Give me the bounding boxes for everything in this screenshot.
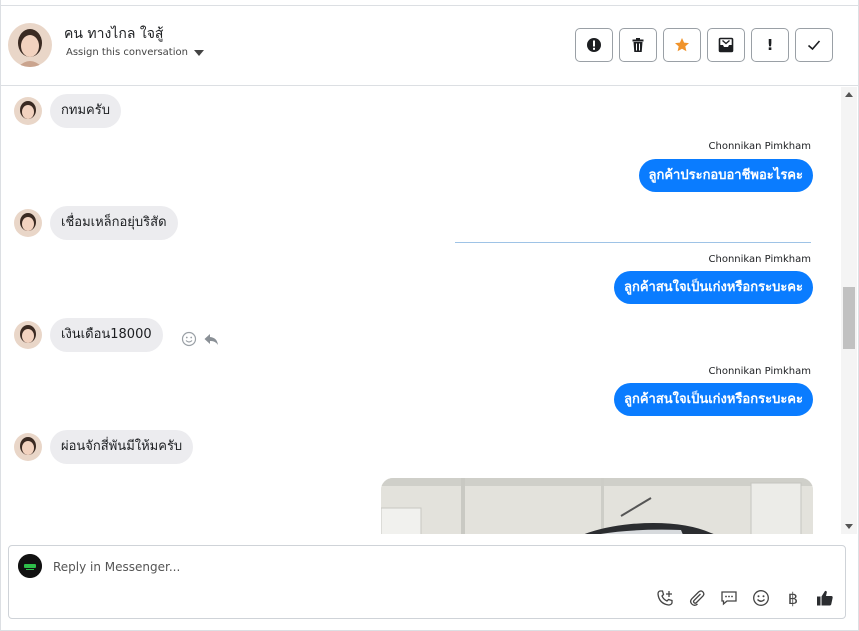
incoming-message: กทมครับ [14,94,121,128]
message-hover-actions [181,331,219,347]
contact-avatar [14,321,42,349]
message-bubble[interactable]: ลูกค้าสนใจเป็นเก่งหรือกระบะคะ [614,383,813,416]
call-button[interactable] [655,588,675,608]
delete-button[interactable] [619,28,657,62]
attach-button[interactable] [687,588,707,608]
sender-name: Chonnikan Pimkham [708,366,811,377]
incoming-message: ผ่อนจักสี่พันมีให้มครับ [14,430,194,464]
reply-composer: ฿ [8,545,846,619]
saved-replies-button[interactable] [719,588,739,608]
message-bubble[interactable]: เงินเดือน18000 [50,318,163,352]
like-button[interactable] [815,588,835,608]
contact-name[interactable]: คน ทางไกล ใจสู้ [64,23,163,45]
mark-spam-button[interactable] [575,28,613,62]
thumbs-up-icon [817,590,833,606]
scroll-down-arrow-icon[interactable] [845,524,853,529]
saved-reply-icon [721,591,737,606]
composer-tools: ฿ [655,588,835,608]
assign-conversation-dropdown[interactable]: Assign this conversation [66,47,204,58]
message-bubble[interactable]: เชื่อมเหล็กอยุ่บริสัด [50,206,178,240]
exclamation-icon: ! [766,36,774,54]
baht-icon: ฿ [787,588,799,608]
message-bubble[interactable]: ผ่อนจักสี่พันมีให้มครับ [50,430,194,464]
contact-avatar [14,209,42,237]
emoji-button[interactable] [751,588,771,608]
caret-down-icon [193,49,204,56]
payment-button[interactable]: ฿ [783,588,803,608]
sender-name: Chonnikan Pimkham [708,254,811,265]
phone-add-icon [657,590,673,606]
message-bubble[interactable]: ลูกค้าสนใจเป็นเก่งหรือกระบะคะ [614,271,813,304]
contact-avatar[interactable] [8,23,52,67]
archive-icon [718,37,734,53]
scrollbar-thumb[interactable] [843,287,855,349]
trash-icon [632,38,644,52]
reply-icon[interactable] [203,331,219,347]
incoming-message: เชื่อมเหล็กอยุ่บริสัด [14,206,178,240]
mark-done-button[interactable] [795,28,833,62]
paperclip-icon [689,590,705,606]
scroll-up-arrow-icon[interactable] [845,92,853,97]
conversation-actions: ! [575,28,833,62]
archive-button[interactable] [707,28,745,62]
sender-name: Chonnikan Pimkham [708,141,811,152]
conversation-header: คน ทางไกล ใจสู้ Assign this conversation [0,6,859,86]
check-icon [807,40,821,51]
contact-avatar [14,97,42,125]
photo-attachment[interactable] [381,478,813,534]
emoji-icon [753,590,769,606]
star-button[interactable] [663,28,701,62]
message-thread[interactable]: กทมครับ Chonnikan Pimkham ลูกค้าประกอบอา… [0,87,841,534]
read-divider [455,242,811,243]
contact-avatar [14,433,42,461]
thread-scrollbar[interactable] [841,87,857,534]
assign-label: Assign this conversation [66,47,188,58]
message-bubble[interactable]: ลูกค้าประกอบอาชีพอะไรคะ [638,159,813,192]
star-icon [675,38,689,52]
react-emoji-icon[interactable] [181,331,197,347]
page-logo [18,554,42,578]
follow-up-button[interactable]: ! [751,28,789,62]
message-bubble[interactable]: กทมครับ [50,94,121,128]
alert-circle-icon [587,38,601,52]
reply-input[interactable] [53,556,613,578]
incoming-message: เงินเดือน18000 [14,318,219,352]
